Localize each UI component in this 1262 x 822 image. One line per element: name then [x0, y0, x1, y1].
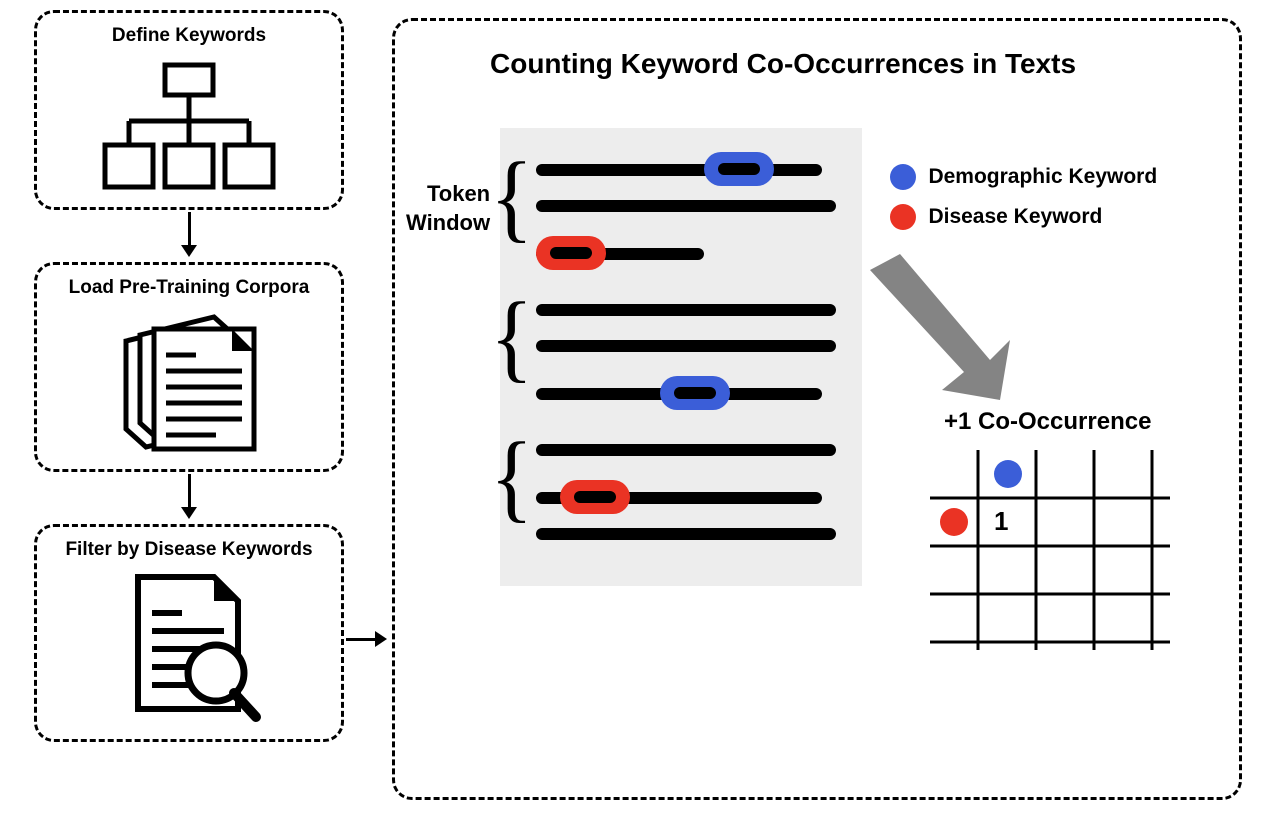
main-title: Counting Keyword Co-Occurrences in Texts	[490, 48, 1076, 80]
disease-keyword-marker	[560, 480, 630, 514]
demographic-keyword-marker	[704, 152, 774, 186]
text-line	[536, 200, 836, 212]
legend-disease: Disease Keyword	[890, 204, 1102, 230]
brace-1: {	[490, 156, 533, 240]
token-window-label: Token Window	[406, 180, 490, 237]
document-search-icon	[104, 569, 274, 729]
step-label-filter: Filter by Disease Keywords	[45, 539, 333, 561]
arrow-step1-step2	[188, 212, 191, 248]
arrow-step3-main	[346, 638, 378, 641]
legend-label: Disease Keyword	[928, 205, 1102, 228]
text-line	[536, 528, 836, 540]
cooccurrence-grid	[930, 450, 1170, 650]
text-line	[536, 304, 836, 316]
step-load-corpora: Load Pre-Training Corpora	[34, 262, 344, 472]
blue-dot-icon	[890, 164, 916, 190]
step-define-keywords: Define Keywords	[34, 10, 344, 210]
arrow-to-grid-icon	[860, 250, 1020, 410]
disease-keyword-marker	[536, 236, 606, 270]
step-label-define: Define Keywords	[45, 25, 333, 47]
step-filter-disease: Filter by Disease Keywords	[34, 524, 344, 742]
legend-label: Demographic Keyword	[928, 165, 1157, 188]
legend-demographic: Demographic Keyword	[890, 164, 1157, 190]
red-dot-icon	[890, 204, 916, 230]
text-line	[536, 444, 836, 456]
grid-cell-value: 1	[994, 506, 1008, 537]
arrow-step2-step3	[188, 474, 191, 510]
brace-3: {	[490, 436, 533, 520]
text-line	[536, 164, 822, 176]
text-line	[536, 340, 836, 352]
hierarchy-icon	[89, 57, 289, 197]
documents-icon	[104, 309, 274, 459]
step-label-load: Load Pre-Training Corpora	[45, 277, 333, 299]
document-background	[500, 128, 862, 586]
demographic-keyword-marker	[660, 376, 730, 410]
cooccurrence-title: +1 Co-Occurrence	[944, 408, 1151, 436]
brace-2: {	[490, 296, 533, 380]
